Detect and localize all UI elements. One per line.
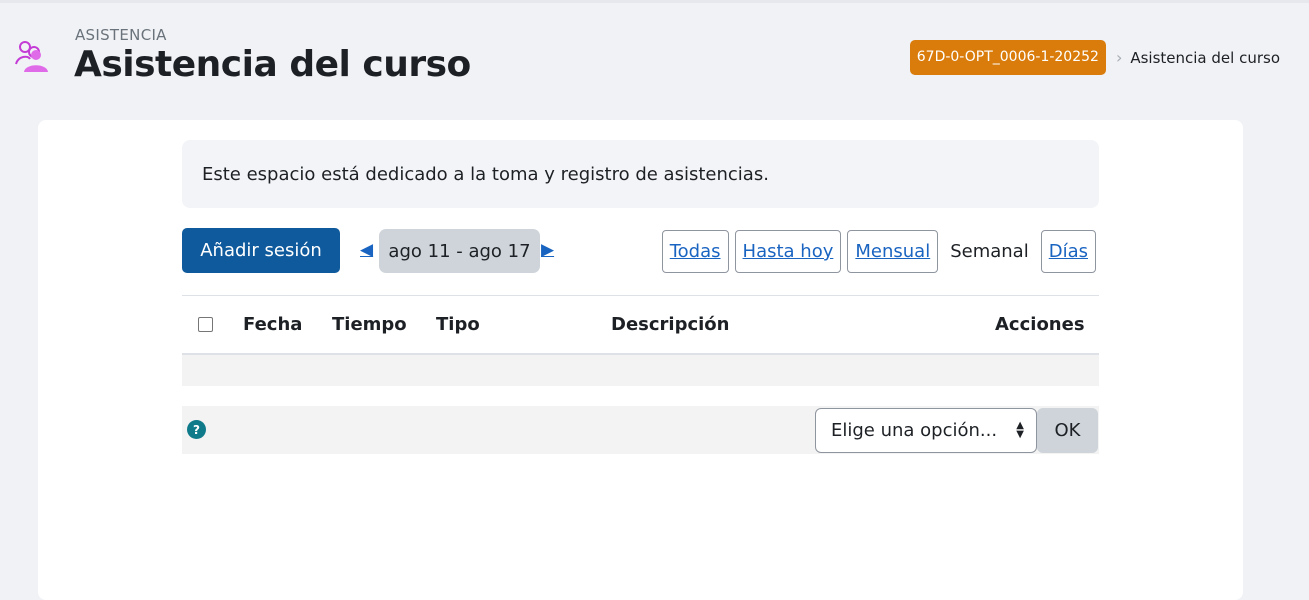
table-empty-row [182, 355, 1099, 386]
column-header-descripcion: Descripción [611, 314, 730, 335]
column-header-tipo[interactable]: Tipo [436, 314, 480, 335]
users-icon [14, 40, 52, 74]
column-header-acciones: Acciones [995, 314, 1085, 335]
prev-week-link[interactable]: ◀ [360, 238, 373, 262]
page-title: Asistencia del curso [74, 44, 471, 85]
column-header-tiempo[interactable]: Tiempo [332, 314, 407, 335]
view-days-link[interactable]: Días [1040, 230, 1096, 273]
breadcrumb-course-link[interactable]: 67D-0-OPT_0006-1-20252 [909, 40, 1106, 75]
intro-box: Este espacio está dedicado a la toma y r… [182, 140, 1099, 208]
select-all-checkbox[interactable] [198, 317, 213, 332]
view-weekly-current: Semanal [950, 241, 1029, 262]
main-card: Este espacio está dedicado a la toma y r… [38, 120, 1243, 600]
table-header: Fecha Tiempo Tipo Descripción Acciones [182, 295, 1099, 355]
breadcrumb: 67D-0-OPT_0006-1-20252 › Asistencia del … [909, 40, 1280, 75]
view-all-link[interactable]: Todas [661, 230, 729, 273]
help-icon[interactable]: ? [187, 420, 206, 439]
module-kicker: ASISTENCIA [75, 26, 167, 44]
next-week-link[interactable]: ▶ [541, 238, 554, 262]
intro-text: Este espacio está dedicado a la toma y r… [202, 163, 769, 185]
column-header-fecha[interactable]: Fecha [243, 314, 302, 335]
chevron-right-icon: › [1115, 48, 1123, 67]
add-session-button[interactable]: Añadir sesión [182, 228, 340, 273]
bulk-action-select-value: Elige una opción... [831, 420, 998, 441]
top-border [0, 0, 1309, 3]
view-filter-group: Todas Hasta hoy Mensual Semanal Días [661, 230, 1096, 273]
view-until-today-link[interactable]: Hasta hoy [734, 230, 842, 273]
bulk-action-select[interactable]: Elige una opción... ▲ ▼ [815, 408, 1037, 453]
bulk-actions-bar: ? Elige una opción... ▲ ▼ OK [182, 406, 1099, 454]
select-arrows-icon: ▲ ▼ [1016, 420, 1024, 440]
date-range-display[interactable]: ago 11 - ago 17 [379, 229, 540, 273]
ok-button[interactable]: OK [1037, 408, 1098, 453]
breadcrumb-current: Asistencia del curso [1130, 48, 1280, 67]
view-monthly-link[interactable]: Mensual [847, 230, 939, 273]
